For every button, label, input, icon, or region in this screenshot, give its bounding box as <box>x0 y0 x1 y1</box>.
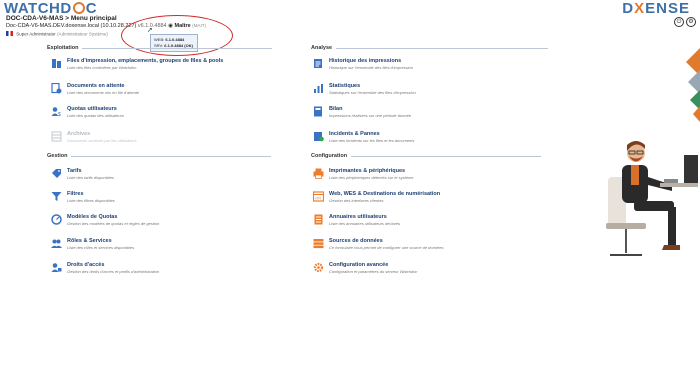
quota-model-icon <box>51 214 62 225</box>
menu-item-desc: Liste des rôles et services disponibles <box>67 244 135 250</box>
gear-icon <box>313 262 324 273</box>
section-gestion-label: Gestion <box>47 153 68 159</box>
menu-item-documents[interactable]: Documents en attente Liste des documents … <box>51 83 139 95</box>
breadcrumb: DOC-CDA-V6-MAS > Menu principal <box>6 15 117 22</box>
menu-item-desc: Ce formulaire vous permet de configurer … <box>329 244 444 250</box>
menu-item-desc: Configuration et paramètres du serveur W… <box>329 268 418 274</box>
price-tag-icon <box>52 169 61 178</box>
mouse-cursor-icon: ➚ <box>147 27 153 34</box>
archive-icon <box>51 131 62 142</box>
logo-right-a: D <box>622 0 635 17</box>
user-quota-icon: $ <box>51 107 61 117</box>
section-configuration: Configuration <box>311 153 542 159</box>
menu-item-desc: Statistiques sur l'ensemble des files d'… <box>329 89 416 95</box>
menu-item-web[interactable]: ON Web, WES & Destinations de numérisati… <box>313 191 440 203</box>
menu-item-desc: Gestion des interfaces clientes <box>329 197 384 203</box>
menu-item-desc: Liste des incidents sur les files et les… <box>329 137 415 143</box>
report-icon <box>314 106 322 117</box>
filter-icon <box>51 192 62 201</box>
svg-text:ON: ON <box>315 197 321 201</box>
web-scan-icon: ON <box>313 191 324 202</box>
watchdoc-main-menu: WATCHD C DXENSE DOC-CDA-V6-MAS > Menu pri… <box>0 0 700 369</box>
menu-item-historique[interactable]: Historique des impressions Historique sur… <box>313 58 413 70</box>
menu-item-tarifs[interactable]: Tarifs Liste des tarifs disponibles <box>51 168 114 180</box>
pending-document-icon <box>51 83 62 94</box>
settings-icon[interactable]: ⚙ <box>686 17 696 27</box>
print-queue-icon <box>52 59 61 68</box>
french-flag-icon[interactable] <box>6 31 13 36</box>
menu-item-quotas[interactable]: $ Quotas utilisateurs Liste des quotas de… <box>51 106 124 118</box>
top-right-controls: ⏻ ⚙ <box>674 17 696 27</box>
menu-item-desc: Liste des files contrôlées par Watchdoc <box>67 64 137 70</box>
menu-item-title: Historique des impressions <box>329 58 402 64</box>
user-info: Super Administrator (Administrateur Syst… <box>6 31 108 37</box>
menu-item-desc: Gestion des droits d'accès et profils d'… <box>67 268 160 274</box>
incident-icon <box>314 132 324 142</box>
menu-item-desc: Liste des quotas des utilisateurs <box>67 112 124 118</box>
server-name: Doc-CDA-V6-MAS.DEV.doxense.local (10.10.… <box>6 23 137 29</box>
illustration-person-icon <box>606 141 698 256</box>
access-rights-icon <box>51 263 62 272</box>
menu-item-annuaires[interactable]: Annuaires utilisateurs Liste des annuaire… <box>313 214 400 226</box>
menu-item-title: Imprimantes & périphériques <box>329 168 406 174</box>
menu-item-title: Files d'impression, emplacements, groupe… <box>67 58 224 64</box>
section-analyse-label: Analyse <box>311 45 333 51</box>
section-exploitation: Exploitation <box>47 45 273 51</box>
user-name: Super Administrator <box>16 31 56 37</box>
section-divider <box>336 47 549 49</box>
section-configuration-label: Configuration <box>311 153 348 159</box>
logo-right-x: X <box>634 0 646 17</box>
statistics-icon <box>314 84 323 93</box>
menu-item-desc: Liste des annuaires utilisateurs déclaré… <box>329 220 401 226</box>
section-gestion: Gestion <box>47 153 272 159</box>
database-icon <box>313 239 324 249</box>
svg-text:$: $ <box>58 112 61 117</box>
section-exploitation-label: Exploitation <box>47 45 79 51</box>
logout-icon[interactable]: ⏻ <box>674 17 684 27</box>
menu-item-droits[interactable]: Droits d'accès Gestion des droits d'accès… <box>51 262 159 274</box>
menu-item-modeles[interactable]: Modèles de Quotas Gestion des modèles de … <box>51 214 159 226</box>
section-analyse: Analyse <box>311 45 549 51</box>
logo-ring-icon <box>72 2 85 14</box>
menu-item-roles[interactable]: Rôles & Services Liste des rôles et servi… <box>51 238 134 250</box>
menu-item-desc: Gestion des modèles de quotas et règles … <box>67 220 160 226</box>
menu-item-sources[interactable]: Sources de données Ce formulaire vous per… <box>313 238 444 250</box>
menu-item-desc: Impressions réalisées sur une période do… <box>329 112 412 118</box>
menu-item-filtres[interactable]: Filtres Liste des filtres disponibles <box>51 191 115 203</box>
menu-item-desc: Liste des périphériques détectés sur le … <box>329 174 414 180</box>
menu-item-statistiques[interactable]: Statistiques Statistiques sur l'ensemble … <box>313 83 416 95</box>
menu-item-title: Web, WES & Destinations de numérisation <box>329 191 441 197</box>
printer-icon <box>313 168 324 179</box>
section-divider <box>71 155 272 157</box>
menu-item-title: Quotas utilisateurs <box>67 106 117 112</box>
menu-item-desc: Liste des filtres disponibles <box>67 197 115 203</box>
user-role: (Administrateur Système) <box>57 31 108 37</box>
logo-right-b: ENSE <box>645 0 690 17</box>
menu-item-incidents[interactable]: Incidents & Pannes Liste des incidents su… <box>313 131 414 143</box>
section-divider <box>82 47 273 49</box>
doxense-logo: DXENSE <box>622 0 690 17</box>
menu-item-desc: Liste des tarifs disponibles <box>67 174 114 180</box>
history-icon <box>314 59 322 68</box>
menu-item-config[interactable]: Configuration avancée Configuration et pa… <box>313 262 417 274</box>
directory-icon <box>314 214 323 225</box>
menu-item-desc: Historique sur l'ensemble des files d'im… <box>329 64 414 70</box>
decorative-ribbon-icon <box>686 48 700 122</box>
menu-item-bilan[interactable]: Bilan Impressions réalisées sur une pério… <box>313 106 411 118</box>
section-divider <box>351 155 542 157</box>
menu-item-desc: Liste des documents mis en file d'attent… <box>67 89 140 95</box>
menu-item-archives: Archives Documents archivés par les utili… <box>51 131 137 143</box>
roles-services-icon <box>51 239 62 248</box>
menu-item-imprimantes[interactable]: Imprimantes & périphériques Liste des pér… <box>313 168 414 180</box>
menu-item-files[interactable]: Files d'impression, emplacements, groupe… <box>51 58 223 70</box>
menu-item-desc: Documents archivés par les utilisateurs <box>67 137 137 143</box>
